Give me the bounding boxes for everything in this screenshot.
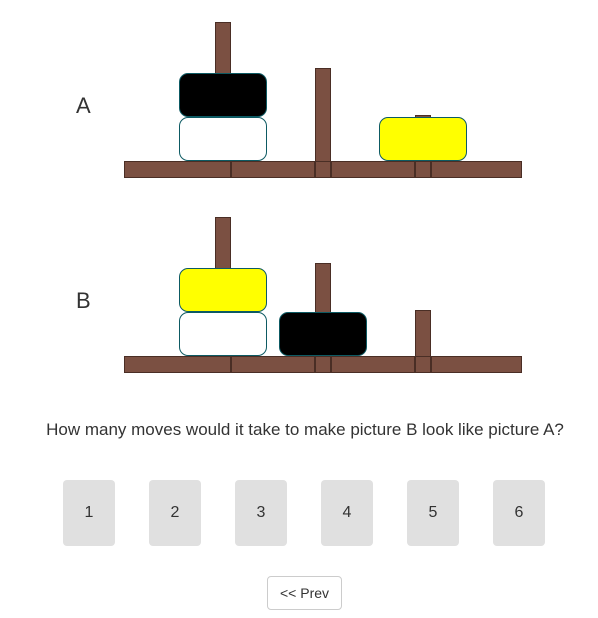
base-segment [331, 356, 415, 373]
peg-3 [415, 310, 431, 358]
answer-button-1[interactable]: 1 [63, 480, 115, 546]
base-segment [124, 356, 231, 373]
disk-yellow [379, 117, 467, 161]
answer-button-2[interactable]: 2 [149, 480, 201, 546]
puzzle-a-board [0, 0, 598, 180]
base-segment [431, 161, 522, 178]
base-segment [315, 356, 331, 373]
puzzle-b-board [0, 195, 598, 375]
answer-button-5[interactable]: 5 [407, 480, 459, 546]
question-text: How many moves would it take to make pic… [46, 420, 564, 439]
disk-yellow [179, 268, 267, 312]
peg-2 [315, 68, 331, 163]
base-segment [231, 356, 315, 373]
base-segment [124, 161, 231, 178]
base-segment [231, 161, 315, 178]
disk-white [179, 312, 267, 356]
base-segment [415, 356, 431, 373]
base-segment [331, 161, 415, 178]
base-segment [415, 161, 431, 178]
base-segment [315, 161, 331, 178]
disk-black [179, 73, 267, 117]
answer-button-4[interactable]: 4 [321, 480, 373, 546]
base-segment [431, 356, 522, 373]
answer-button-6[interactable]: 6 [493, 480, 545, 546]
disk-black [279, 312, 367, 356]
prev-button[interactable]: << Prev [267, 576, 342, 610]
answer-button-3[interactable]: 3 [235, 480, 287, 546]
disk-white [179, 117, 267, 161]
